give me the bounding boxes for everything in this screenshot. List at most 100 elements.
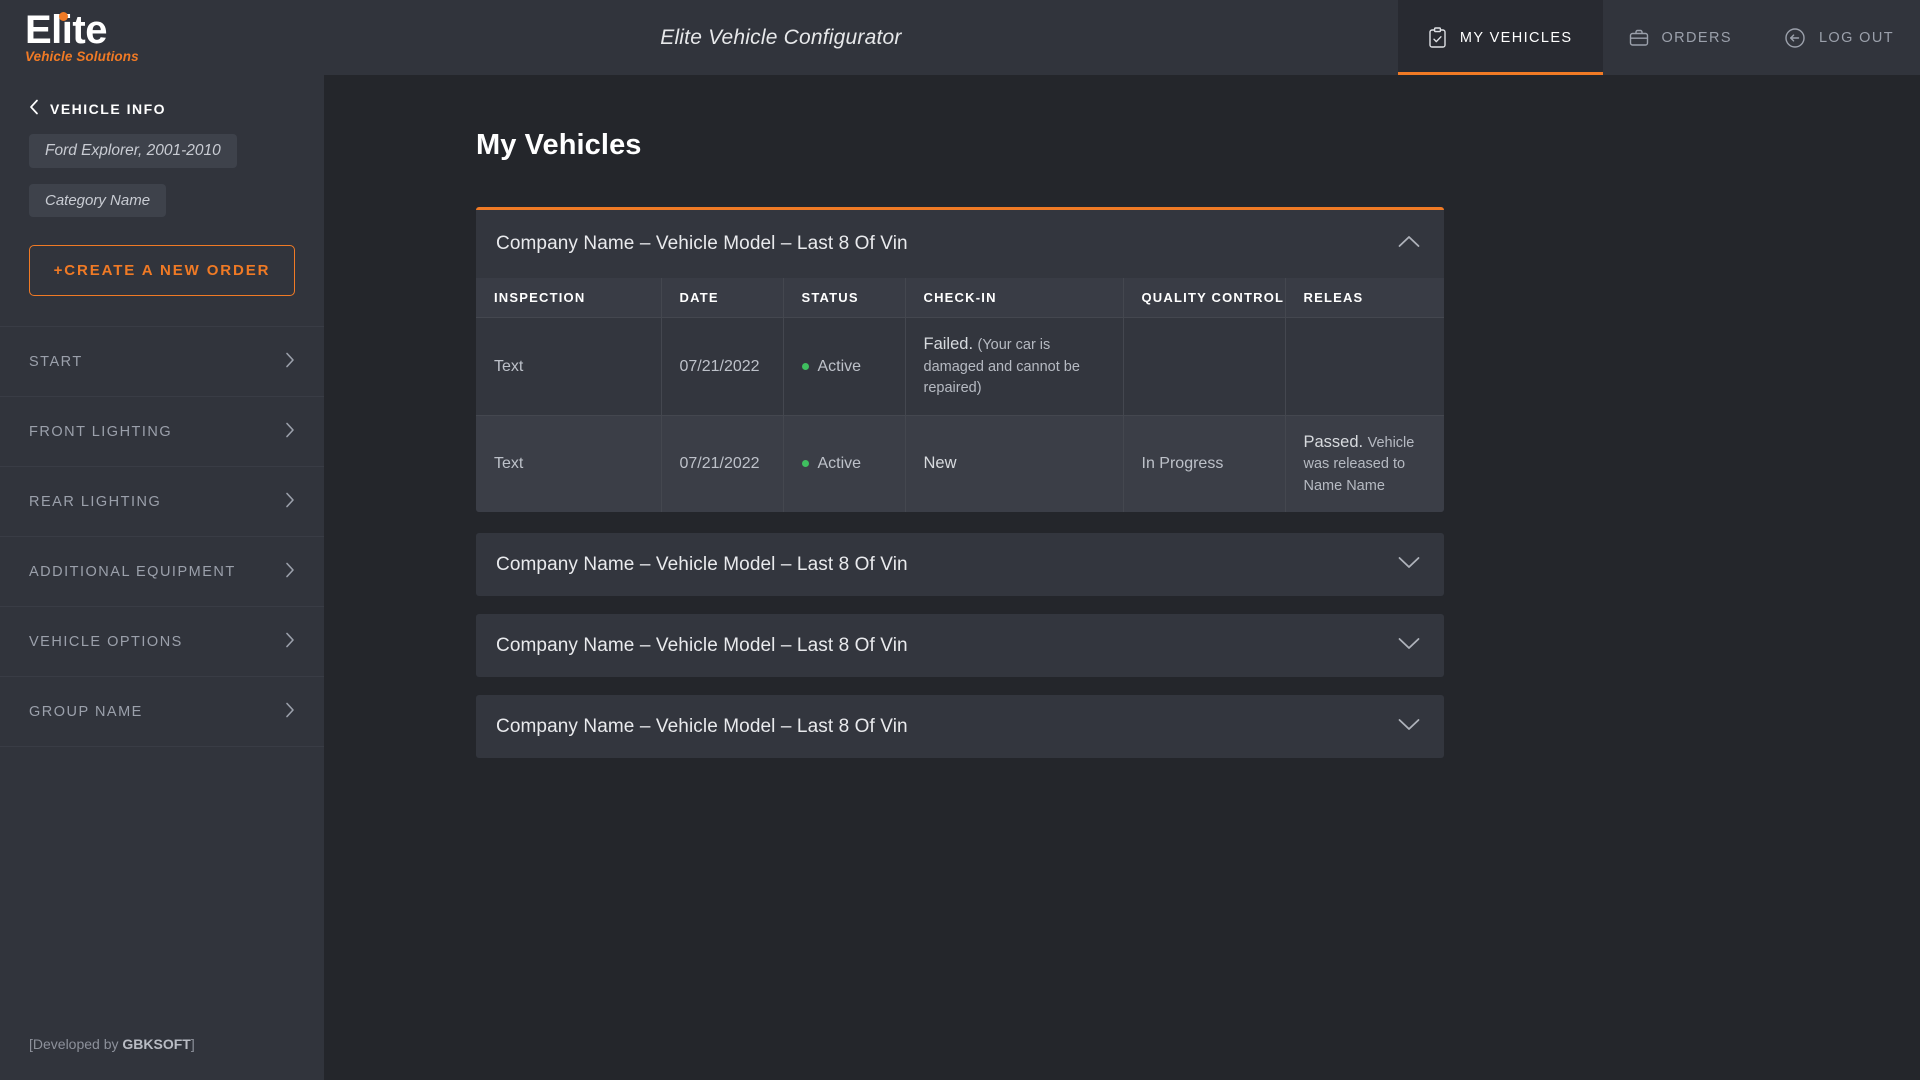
chevron-right-icon <box>285 352 295 372</box>
top-nav: MY VEHICLES ORDERS LOG OUT <box>1397 0 1920 75</box>
status-label: Active <box>817 357 862 375</box>
sidebar-item-front-lighting-label: FRONT LIGHTING <box>29 423 173 440</box>
clipboard-check-icon <box>1428 27 1447 48</box>
sidebar-item-front-lighting[interactable]: FRONT LIGHTING <box>0 397 324 467</box>
sidebar-item-group-name-label: GROUP NAME <box>29 703 143 720</box>
vehicle-card-title: Company Name – Vehicle Model – Last 8 Of… <box>496 233 908 254</box>
tab-my-vehicles[interactable]: MY VEHICLES <box>1397 0 1603 75</box>
vehicle-info-section: VEHICLE INFO Ford Explorer, 2001-2010 Ca… <box>0 75 324 217</box>
cell-release: Passed. Vehicle was released to Name Nam… <box>1285 414 1444 512</box>
sidebar-item-start-label: START <box>29 353 83 370</box>
logo-wordmark: Elite <box>25 8 107 53</box>
status-dot-icon <box>801 362 809 370</box>
sidebar-item-rear-lighting[interactable]: REAR LIGHTING <box>0 467 324 537</box>
col-header-quality-control: QUALITY CONTROL <box>1123 278 1286 318</box>
logout-circle-icon <box>1784 27 1806 49</box>
chevron-up-icon[interactable] <box>1398 235 1420 253</box>
tab-log-out[interactable]: LOG OUT <box>1758 0 1920 75</box>
cell-check-in: Failed. (Your car is damaged and cannot … <box>905 317 1124 415</box>
table-header-row: INSPECTION DATE STATUS CHECK-IN QUALITY … <box>476 278 1444 318</box>
vehicle-info-label: VEHICLE INFO <box>50 100 167 117</box>
sidebar-item-rear-lighting-label: REAR LIGHTING <box>29 493 162 510</box>
check-in-result: Failed. <box>923 335 974 353</box>
check-in-result: New <box>923 453 957 472</box>
main-content: My Vehicles Company Name – Vehicle Model… <box>324 75 1920 1080</box>
tab-my-vehicles-label: MY VEHICLES <box>1459 29 1573 46</box>
status-dot-icon <box>801 460 809 468</box>
sidebar-footer: [Developed by GBKSOFT] <box>0 1036 324 1080</box>
vehicle-card-list: Company Name – Vehicle Model – Last 8 Of… <box>476 207 1444 758</box>
status-label: Active <box>817 455 862 473</box>
cell-inspection: Text <box>476 414 662 512</box>
chevron-left-icon <box>29 99 39 118</box>
chevron-right-icon <box>285 422 295 442</box>
vehicle-card: Company Name – Vehicle Model – Last 8 Of… <box>476 207 1444 512</box>
footer-prefix: [Developed by <box>29 1036 123 1052</box>
vehicle-card: Company Name – Vehicle Model – Last 8 Of… <box>476 695 1444 758</box>
briefcase-icon <box>1629 29 1649 47</box>
vehicle-card-title: Company Name – Vehicle Model – Last 8 Of… <box>496 553 908 575</box>
chevron-right-icon <box>285 562 295 582</box>
sidebar-item-additional-equipment-label: ADDITIONAL EQUIPMENT <box>29 563 236 580</box>
col-header-status: STATUS <box>783 278 906 318</box>
chevron-right-icon <box>285 702 295 722</box>
inspection-table-head: INSPECTION DATE STATUS CHECK-IN QUALITY … <box>476 278 1444 318</box>
inspection-table-body: Text 07/21/2022 Active Failed. (Your car… <box>476 317 1444 512</box>
cell-date: 07/21/2022 <box>661 317 784 415</box>
chip-vehicle-model: Ford Explorer, 2001-2010 <box>29 134 237 168</box>
cell-quality-control <box>1123 317 1286 415</box>
cell-status: Active <box>783 317 906 415</box>
tab-orders-label: ORDERS <box>1661 29 1732 46</box>
col-header-inspection: INSPECTION <box>476 278 662 318</box>
inspection-table: INSPECTION DATE STATUS CHECK-IN QUALITY … <box>476 278 1444 512</box>
vehicle-card-title: Company Name – Vehicle Model – Last 8 Of… <box>496 634 908 656</box>
sidebar-item-vehicle-options[interactable]: VEHICLE OPTIONS <box>0 607 324 677</box>
vehicle-info-back[interactable]: VEHICLE INFO <box>29 99 295 118</box>
chevron-right-icon <box>285 632 295 652</box>
footer-suffix: ] <box>190 1036 195 1052</box>
sidebar-nav-list: START FRONT LIGHTING REAR LIGHTING ADDIT… <box>0 326 324 747</box>
create-new-order-button[interactable]: +CREATE A NEW ORDER <box>29 245 295 296</box>
cell-status: Active <box>783 414 906 512</box>
vehicle-card: Company Name – Vehicle Model – Last 8 Of… <box>476 614 1444 677</box>
body: VEHICLE INFO Ford Explorer, 2001-2010 Ca… <box>0 75 1920 1080</box>
cell-date: 07/21/2022 <box>661 414 784 512</box>
vehicle-card-header[interactable]: Company Name – Vehicle Model – Last 8 Of… <box>476 695 1444 758</box>
chevron-down-icon[interactable] <box>1398 556 1420 574</box>
sidebar-item-start[interactable]: START <box>0 327 324 397</box>
chip-category: Category Name <box>29 184 167 217</box>
chevron-down-icon[interactable] <box>1398 637 1420 655</box>
col-header-release: RELEAS <box>1285 278 1444 318</box>
col-header-date: DATE <box>661 278 784 318</box>
app-title: Elite Vehicle Configurator <box>660 25 902 49</box>
cell-release <box>1285 317 1444 415</box>
sidebar-item-additional-equipment[interactable]: ADDITIONAL EQUIPMENT <box>0 537 324 607</box>
release-result: Passed. <box>1303 432 1364 451</box>
chevron-right-icon <box>285 492 295 512</box>
app-root: Elite Vehicle Solutions Elite Vehicle Co… <box>0 0 1920 1080</box>
top-bar: Elite Vehicle Solutions Elite Vehicle Co… <box>0 0 1920 75</box>
table-row: Text 07/21/2022 Active <box>476 414 1444 512</box>
vehicle-card-title: Company Name – Vehicle Model – Last 8 Of… <box>496 715 908 737</box>
page-title: My Vehicles <box>476 129 642 161</box>
logo-zone: Elite Vehicle Solutions <box>0 0 324 75</box>
vehicle-card: Company Name – Vehicle Model – Last 8 Of… <box>476 533 1444 596</box>
table-row: Text 07/21/2022 Active <box>476 317 1444 415</box>
col-header-check-in: CHECK-IN <box>905 278 1124 318</box>
vehicle-card-header[interactable]: Company Name – Vehicle Model – Last 8 Of… <box>476 533 1444 596</box>
sidebar-item-group-name[interactable]: GROUP NAME <box>0 677 324 747</box>
chevron-down-icon[interactable] <box>1398 718 1420 736</box>
cell-check-in: New <box>905 414 1124 512</box>
vehicle-card-header[interactable]: Company Name – Vehicle Model – Last 8 Of… <box>476 210 1444 278</box>
logo-tagline: Vehicle Solutions <box>25 49 139 65</box>
tab-log-out-label: LOG OUT <box>1818 29 1894 46</box>
cell-quality-control: In Progress <box>1123 414 1286 512</box>
footer-brand: GBKSOFT <box>122 1036 191 1052</box>
vehicle-card-header[interactable]: Company Name – Vehicle Model – Last 8 Of… <box>476 614 1444 677</box>
sidebar: VEHICLE INFO Ford Explorer, 2001-2010 Ca… <box>0 75 324 1080</box>
cell-inspection: Text <box>476 317 662 415</box>
brand-logo[interactable]: Elite Vehicle Solutions <box>25 8 139 65</box>
sidebar-item-vehicle-options-label: VEHICLE OPTIONS <box>29 633 183 650</box>
tab-orders[interactable]: ORDERS <box>1603 0 1758 75</box>
